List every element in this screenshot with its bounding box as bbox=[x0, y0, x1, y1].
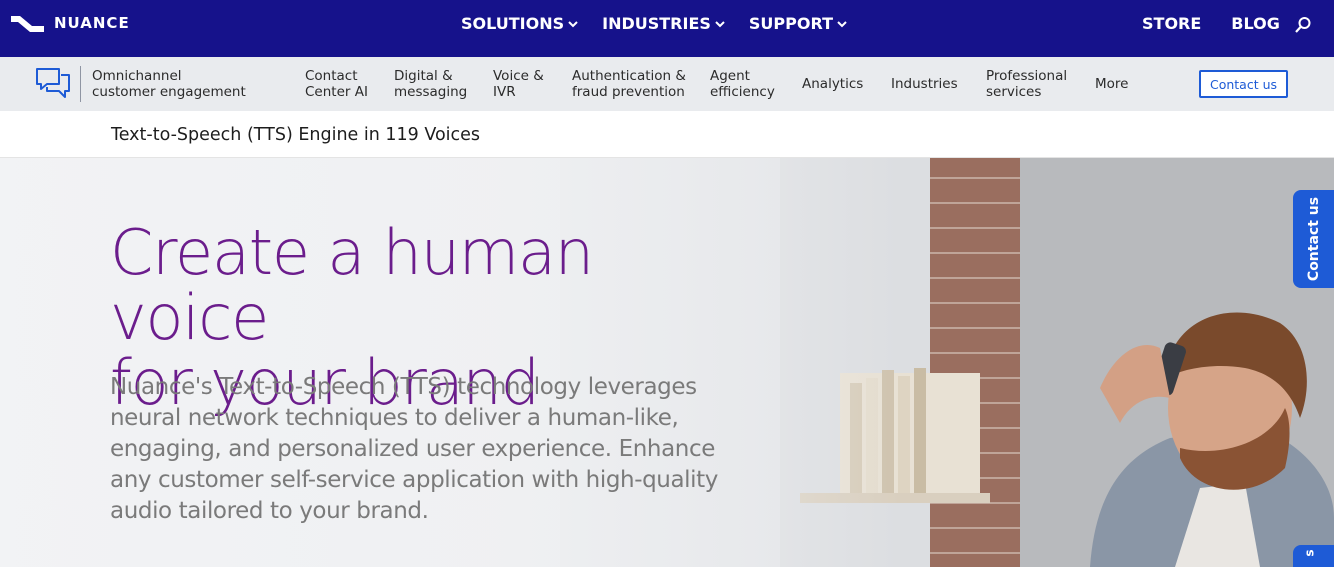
sub-navigation-bar: Omnichannel customer engagement Contact … bbox=[0, 57, 1334, 111]
link-line2: messaging bbox=[394, 84, 468, 100]
link-line2: services bbox=[986, 84, 1042, 100]
link-line2: efficiency bbox=[710, 84, 775, 100]
subnav-link-contact-center-ai[interactable]: Contact Center AI bbox=[305, 68, 368, 100]
chevron-down-icon bbox=[715, 20, 725, 27]
link-line1: Authentication & bbox=[572, 68, 686, 84]
top-navigation-bar: NUANCE SOLUTIONS INDUSTRIES SUPPORT STOR… bbox=[0, 0, 1334, 57]
link-line1: Agent bbox=[710, 68, 750, 84]
nuance-logo-mark-icon bbox=[11, 16, 44, 32]
link-line2: fraud prevention bbox=[572, 84, 685, 100]
nav-support[interactable]: SUPPORT bbox=[749, 14, 847, 33]
contact-us-button[interactable]: Contact us bbox=[1199, 70, 1288, 98]
nav-industries-label: INDUSTRIES bbox=[602, 14, 711, 33]
link-line1: Analytics bbox=[802, 76, 864, 92]
link-line1: Digital & bbox=[394, 68, 453, 84]
nav-industries[interactable]: INDUSTRIES bbox=[602, 14, 725, 33]
utility-nav: STORE BLOG bbox=[1142, 14, 1280, 33]
nav-solutions[interactable]: SOLUTIONS bbox=[461, 14, 578, 33]
nuance-logo[interactable]: NUANCE bbox=[10, 10, 130, 36]
link-line1: More bbox=[1095, 76, 1129, 92]
link-line2: IVR bbox=[493, 84, 516, 100]
floating-contact-tab[interactable]: Contact us bbox=[1293, 190, 1334, 288]
floating-secondary-tab[interactable]: s bbox=[1293, 545, 1334, 567]
search-icon[interactable] bbox=[1294, 16, 1312, 34]
subnav-link-agent-efficiency[interactable]: Agent efficiency bbox=[710, 68, 775, 100]
nav-store[interactable]: STORE bbox=[1142, 14, 1201, 33]
subnav-link-analytics[interactable]: Analytics bbox=[802, 76, 863, 92]
chevron-down-icon bbox=[568, 20, 578, 27]
subnav-title-line2: customer engagement bbox=[92, 84, 246, 100]
subnav-link-digital-messaging[interactable]: Digital & messaging bbox=[394, 68, 467, 100]
subnav-link-professional-services[interactable]: Professional services bbox=[986, 68, 1067, 100]
link-line1: Industries bbox=[891, 76, 958, 92]
logo-text: NUANCE bbox=[54, 14, 130, 32]
floating-secondary-label: s bbox=[1302, 549, 1317, 557]
chevron-down-icon bbox=[837, 20, 847, 27]
hero-section: Create a human voice for your brand Nuan… bbox=[0, 158, 1334, 567]
floating-contact-label: Contact us bbox=[1305, 196, 1322, 282]
chat-bubbles-icon bbox=[36, 68, 70, 98]
link-line2: Center AI bbox=[305, 84, 368, 100]
link-line1: Contact bbox=[305, 68, 358, 84]
page-title-bar: Text-to-Speech (TTS) Engine in 119 Voice… bbox=[0, 111, 1334, 158]
subnav-section-title[interactable]: Omnichannel customer engagement bbox=[92, 68, 246, 100]
hero-description: Nuance's Text-to-Speech (TTS) technology… bbox=[110, 374, 718, 524]
subnav-title-line1: Omnichannel bbox=[92, 68, 182, 84]
hero-headline-line1: Create a human voice bbox=[110, 216, 594, 354]
link-line1: Professional bbox=[986, 68, 1068, 84]
subnav-link-voice-ivr[interactable]: Voice & IVR bbox=[493, 68, 544, 100]
divider bbox=[80, 66, 81, 102]
page-title: Text-to-Speech (TTS) Engine in 119 Voice… bbox=[111, 125, 481, 145]
subnav-link-authentication[interactable]: Authentication & fraud prevention bbox=[572, 68, 686, 100]
nav-support-label: SUPPORT bbox=[748, 14, 833, 33]
nav-blog[interactable]: BLOG bbox=[1231, 14, 1280, 33]
subnav-link-more[interactable]: More bbox=[1095, 76, 1128, 92]
nav-solutions-label: SOLUTIONS bbox=[461, 14, 565, 33]
link-line1: Voice & bbox=[493, 68, 544, 84]
main-nav: SOLUTIONS INDUSTRIES SUPPORT bbox=[461, 14, 847, 33]
subnav-link-industries[interactable]: Industries bbox=[891, 76, 958, 92]
